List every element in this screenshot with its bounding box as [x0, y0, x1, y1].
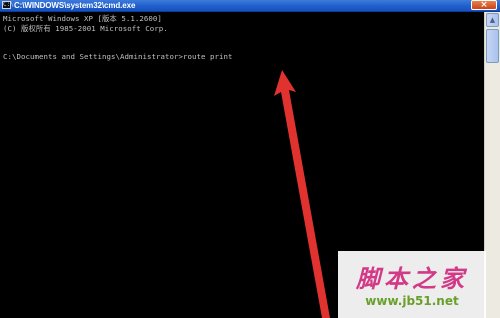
- watermark: 脚本之家 www.jb51.net: [338, 251, 486, 318]
- watermark-url: www.jb51.net: [365, 294, 459, 308]
- watermark-logo-text: 脚本之家: [356, 264, 468, 293]
